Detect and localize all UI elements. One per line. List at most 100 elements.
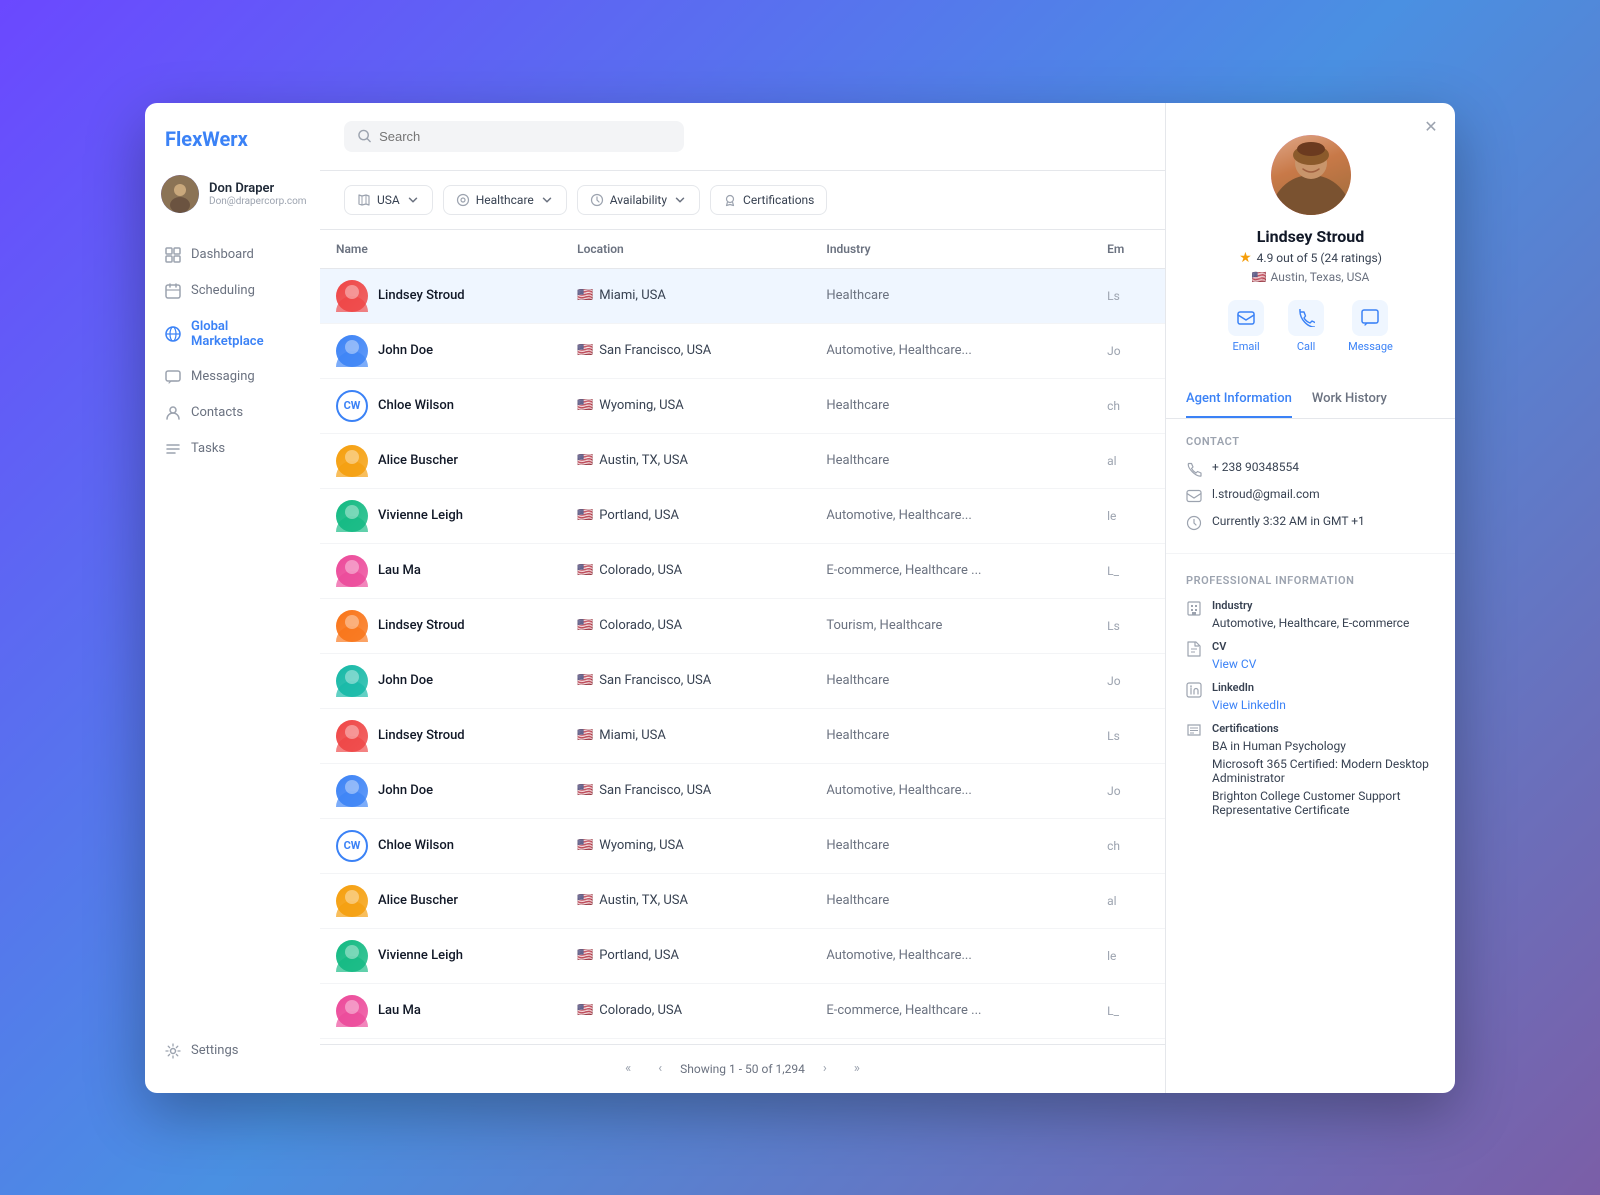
us-flag: 🇺🇸	[1252, 270, 1267, 284]
search-wrapper[interactable]	[344, 121, 684, 152]
filter-certifications[interactable]: Certifications	[710, 185, 827, 215]
table-row[interactable]: John Doe🇺🇸San Francisco, USAAutomotive, …	[320, 763, 1165, 818]
table-row[interactable]: CWChloe Wilson🇺🇸Wyoming, USAHealthcarech	[320, 818, 1165, 873]
sidebar-item-contacts[interactable]: Contacts	[145, 395, 320, 431]
table-row[interactable]: Alice Buscher🇺🇸Austin, TX, USAHealthcare…	[320, 873, 1165, 928]
cell-em: Jo	[1091, 653, 1165, 708]
location-cell: 🇺🇸Miami, USA	[577, 288, 794, 303]
table-row[interactable]: Vivienne Leigh🇺🇸Portland, USAAutomotive,…	[320, 928, 1165, 983]
table-row[interactable]: Alice Buscher🇺🇸Austin, TX, USAHealthcare…	[320, 433, 1165, 488]
row-name: John Doe	[378, 343, 433, 358]
cell-location: 🇺🇸San Francisco, USA	[561, 763, 810, 818]
first-page-btn[interactable]: «	[616, 1057, 640, 1081]
location-text: San Francisco, USA	[599, 343, 711, 358]
nav-label-scheduling: Scheduling	[191, 283, 255, 298]
us-flag: 🇺🇸	[577, 508, 593, 523]
close-button[interactable]: ✕	[1419, 115, 1443, 139]
sidebar-item-messaging[interactable]: Messaging	[145, 359, 320, 395]
app-logo: FlexWerx	[145, 127, 320, 175]
table-row[interactable]: John Doe🇺🇸San Francisco, USAAutomotive, …	[320, 323, 1165, 378]
prev-page-btn[interactable]: ‹	[648, 1057, 672, 1081]
row-name: John Doe	[378, 673, 433, 688]
linkedin-link[interactable]: View LinkedIn	[1212, 698, 1286, 712]
table-row[interactable]: Lindsey Stroud🇺🇸Miami, USAHealthcareLs	[320, 708, 1165, 763]
filter-availability[interactable]: Availability	[577, 185, 700, 215]
table-row[interactable]: Lindsey Stroud🇺🇸Miami, USAHealthcareLs	[320, 268, 1165, 323]
cell-name: CWChloe Wilson	[320, 818, 561, 873]
table-row[interactable]: Vivienne Leigh🇺🇸Portland, USAAutomotive,…	[320, 488, 1165, 543]
row-avatar	[336, 335, 368, 367]
nav-label-marketplace: Global Marketplace	[191, 319, 300, 349]
profile-name: Lindsey Stroud	[1257, 227, 1365, 246]
email-action-btn[interactable]: Email	[1228, 300, 1264, 353]
table-row[interactable]: Lau Ma🇺🇸Colorado, USAE-commerce, Healthc…	[320, 543, 1165, 598]
phone-row: + 238 90348554	[1186, 460, 1435, 477]
cv-label: CV	[1212, 640, 1256, 653]
cell-location: 🇺🇸San Francisco, USA	[561, 653, 810, 708]
action-buttons: Email Call	[1228, 300, 1393, 353]
cell-name: John Doe	[320, 323, 561, 378]
cv-link[interactable]: View CV	[1212, 657, 1256, 671]
sidebar-item-marketplace[interactable]: Global Marketplace	[145, 309, 320, 359]
row-avatar	[336, 445, 368, 477]
pagination-bar: « ‹ Showing 1 - 50 of 1,294 › »	[320, 1044, 1165, 1093]
linkedin-info: LinkedIn View LinkedIn	[1212, 681, 1286, 712]
last-page-btn[interactable]: »	[845, 1057, 869, 1081]
location-cell: 🇺🇸Portland, USA	[577, 508, 794, 523]
certification-icon	[1186, 723, 1202, 739]
row-avatar	[336, 665, 368, 697]
search-icon	[358, 129, 371, 143]
contacts-icon	[165, 405, 181, 421]
tab-work-history[interactable]: Work History	[1312, 381, 1387, 418]
email-row: l.stroud@gmail.com	[1186, 487, 1435, 504]
dashboard-icon	[165, 247, 181, 263]
location-cell: 🇺🇸Austin, TX, USA	[577, 453, 794, 468]
sidebar-item-settings[interactable]: Settings	[145, 1033, 320, 1069]
table-row[interactable]: John Doe🇺🇸San Francisco, USAHealthcareJo	[320, 653, 1165, 708]
nav-label-contacts: Contacts	[191, 405, 243, 420]
cell-em: L_	[1091, 983, 1165, 1038]
table-row[interactable]: Lau Ma🇺🇸Colorado, USAE-commerce, Healthc…	[320, 983, 1165, 1038]
table-row[interactable]: Lindsey Stroud🇺🇸Colorado, USATourism, He…	[320, 598, 1165, 653]
cell-name: John Doe	[320, 763, 561, 818]
sidebar-item-dashboard[interactable]: Dashboard	[145, 237, 320, 273]
professional-section-title: Professional Information	[1186, 574, 1435, 587]
clock-icon	[1186, 515, 1202, 531]
message-action-btn[interactable]: Message	[1348, 300, 1393, 353]
cell-industry: Automotive, Healthcare...	[810, 488, 1091, 543]
profile-rating: ★ 4.9 out of 5 (24 ratings)	[1239, 250, 1382, 266]
cell-industry: Healthcare	[810, 708, 1091, 763]
email-label: Email	[1232, 340, 1259, 353]
message-label: Message	[1348, 340, 1393, 353]
cell-em: L_	[1091, 543, 1165, 598]
cell-em: le	[1091, 488, 1165, 543]
row-avatar	[336, 280, 368, 312]
col-industry: Industry	[810, 230, 1091, 269]
location-cell: 🇺🇸Colorado, USA	[577, 563, 794, 578]
row-name: Alice Buscher	[378, 453, 458, 468]
row-avatar	[336, 940, 368, 972]
search-input[interactable]	[379, 129, 670, 144]
sidebar-item-scheduling[interactable]: Scheduling	[145, 273, 320, 309]
phone-icon	[1186, 461, 1202, 477]
certifications-row: Certifications BA in Human Psychology Mi…	[1186, 722, 1435, 821]
us-flag: 🇺🇸	[577, 343, 593, 358]
industry-label: Industry	[1212, 599, 1409, 612]
filter-country[interactable]: USA	[344, 185, 433, 215]
cell-industry: Automotive, Healthcare...	[810, 763, 1091, 818]
filter-industry[interactable]: Healthcare	[443, 185, 567, 215]
location-text: San Francisco, USA	[599, 783, 711, 798]
call-action-btn[interactable]: Call	[1288, 300, 1324, 353]
sidebar-item-tasks[interactable]: Tasks	[145, 431, 320, 467]
linkedin-icon	[1186, 682, 1202, 698]
cell-industry: Tourism, Healthcare	[810, 598, 1091, 653]
sidebar: FlexWerx Don Draper Don@drapercorp.com	[145, 103, 320, 1093]
star-icon: ★	[1239, 250, 1252, 266]
next-page-btn[interactable]: ›	[813, 1057, 837, 1081]
cell-em: Jo	[1091, 323, 1165, 378]
table-row[interactable]: CWChloe Wilson🇺🇸Wyoming, USAHealthcarech	[320, 378, 1165, 433]
row-name: Lindsey Stroud	[378, 288, 465, 303]
us-flag: 🇺🇸	[577, 288, 593, 303]
tab-agent-info[interactable]: Agent Information	[1186, 381, 1292, 418]
location-text: Colorado, USA	[599, 618, 682, 633]
